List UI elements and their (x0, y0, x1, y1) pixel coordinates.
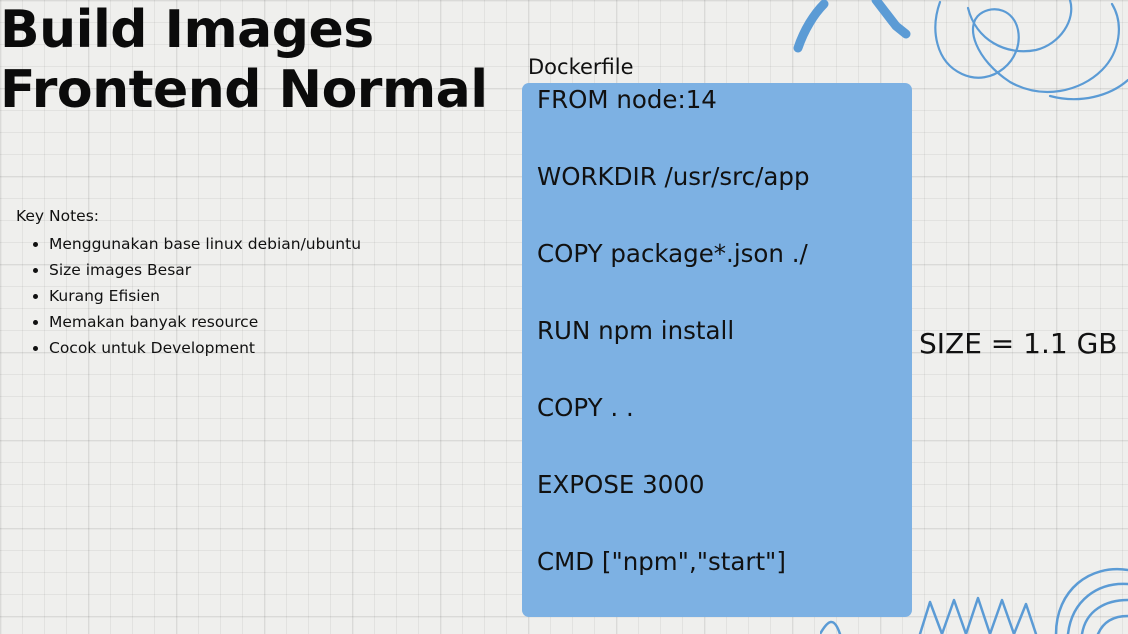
code-line: WORKDIR /usr/src/app (537, 162, 810, 191)
code-line: RUN npm install (537, 316, 735, 345)
dockerfile-code-box: FROM node:14 WORKDIR /usr/src/app COPY p… (522, 83, 912, 617)
slide-title: Build Images Frontend Normal (0, 0, 488, 120)
key-note-item: Menggunakan base linux debian/ubuntu (49, 231, 361, 257)
code-line: EXPOSE 3000 (537, 470, 705, 499)
key-notes-list: Menggunakan base linux debian/ubuntu Siz… (16, 231, 361, 361)
code-line: COPY . . (537, 393, 634, 422)
code-line: FROM node:14 (537, 85, 717, 114)
slide-title-line-2: Frontend Normal (0, 60, 488, 120)
code-line: CMD ["npm","start"] (537, 547, 786, 576)
key-note-item: Size images Besar (49, 257, 361, 283)
key-note-item: Cocok untuk Development (49, 335, 361, 361)
key-note-item: Memakan banyak resource (49, 309, 361, 335)
code-line: COPY package*.json ./ (537, 239, 808, 268)
key-notes-section: Key Notes: Menggunakan base linux debian… (16, 205, 361, 361)
slide-title-line-1: Build Images (0, 0, 374, 60)
image-size-label: SIZE = 1.1 GB (919, 327, 1118, 360)
key-note-item: Kurang Efisien (49, 283, 361, 309)
dockerfile-label: Dockerfile (528, 55, 634, 79)
key-notes-heading: Key Notes: (16, 207, 100, 225)
